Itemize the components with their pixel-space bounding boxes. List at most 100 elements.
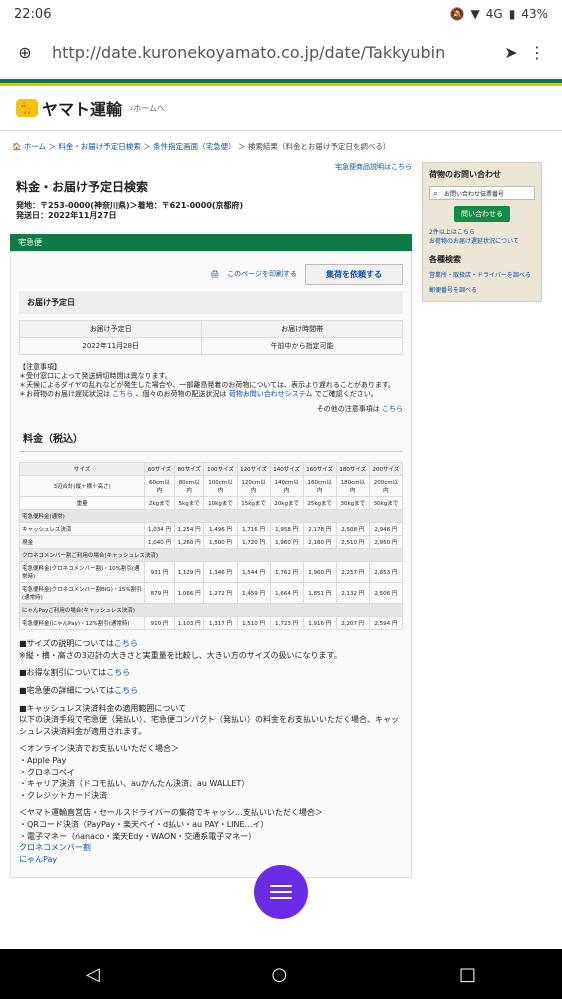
price-cell: 1,254 円 xyxy=(173,522,205,537)
price-cell: 1,496 円 xyxy=(203,522,238,537)
result-box: 🖨 このページを印刷する 集荷を依頼する お届け予定日 お届け予定日 お届け時間… xyxy=(10,250,412,879)
dim-cell: 100cm以内 xyxy=(203,475,238,498)
price-cell: 1,260 円 xyxy=(173,535,205,550)
back-icon[interactable]: ◁ xyxy=(86,964,100,985)
status-icons: 🔕 ▼ 4G ▮ 43% xyxy=(450,7,548,21)
delay-link[interactable]: こちら xyxy=(112,390,133,398)
product-info-link[interactable]: 宅急便商品説明はこちら xyxy=(10,162,412,172)
online-item: ・キャリア決済（ドコモ払い、auかんたん決済、au WALLET） xyxy=(19,779,250,789)
battery-icon: ▮ xyxy=(508,7,516,21)
delivery-time-head: お届け時間帯 xyxy=(201,319,403,338)
url-text[interactable]: http://date.kuronekoyamato.co.jp/date/Ta… xyxy=(52,43,498,62)
cashless-note-detail: 以下の決済手段で宅急便（発払い）、宅急便コンパクト（発払い）の料金をお支払いいた… xyxy=(19,715,399,736)
dim-cell: 140cm以内 xyxy=(269,475,304,498)
price-cell: 1,040 円 xyxy=(144,535,175,550)
size-cell: 180サイズ xyxy=(335,462,370,477)
status-bar: 22:06 🔕 ▼ 4G ▮ 43% xyxy=(0,0,562,28)
size-label: サイズ xyxy=(18,462,146,477)
home-icon[interactable]: 🏠 xyxy=(12,142,21,151)
breadcrumb-step2[interactable]: 条件指定画面（宅急便） xyxy=(153,142,236,151)
size-cell: 120サイズ xyxy=(236,462,271,477)
price-cell: 2,510 円 xyxy=(335,535,370,550)
other-notes: その他の注意事項は こちら xyxy=(19,405,403,414)
size-note: ■サイズの説明についてはこちら ※縦・横・高さの3辺計の大きさと実重量を比較し、… xyxy=(19,638,403,661)
inquiry-title: 荷物のお問い合わせ xyxy=(429,170,501,179)
price-cell: 1,960 円 xyxy=(302,561,337,584)
price-cell: 879 円 xyxy=(144,582,175,605)
details-note-link[interactable]: こちら xyxy=(114,686,138,695)
other-notes-link[interactable]: こちら xyxy=(382,405,403,413)
status-time: 22:06 xyxy=(14,6,52,22)
dim-label: 3辺合計(縦＋横＋高さ) xyxy=(18,475,146,498)
webpage: 🐈 ヤマト運輸 ›ホームへ 🏠 ホーム ＞ 料金・お届け予定日検索 ＞ 条件指定… xyxy=(0,79,562,949)
battery-level: 43% xyxy=(521,7,548,21)
delivery-table: お届け予定日 お届け時間帯 2022年11月28日 午前中から指定可能 xyxy=(18,319,403,355)
multi-inquiry-link[interactable]: 2件以上はこちら xyxy=(429,228,535,237)
member-big-label: 宅急便料金(クロネコメンバー割BIG)・15%割引(通常時) xyxy=(18,582,146,605)
notes-head: 【注意事項】 xyxy=(19,362,61,371)
size-note-text: ■サイズの説明については xyxy=(19,639,114,649)
home-link[interactable]: ›ホームへ xyxy=(130,103,165,114)
cashless-label: キャッシュレス決済 xyxy=(18,522,146,537)
service-bar: 宅急便 xyxy=(10,233,412,251)
content: 宅急便商品説明はこちら 料金・お届け予定日検索 発地：〒253-0000(神奈川… xyxy=(0,162,562,879)
recents-icon[interactable]: □ xyxy=(459,964,476,985)
price-cell: 1,958 円 xyxy=(269,522,304,537)
discount-note-link[interactable]: こちら xyxy=(106,668,130,677)
send-icon[interactable]: ➤ xyxy=(498,40,524,66)
price-cell: 1,066 円 xyxy=(173,582,205,605)
site-info-icon[interactable]: ⊕ xyxy=(12,40,38,66)
online-item: ・クロネコペイ xyxy=(19,767,75,777)
print-link[interactable]: このページを印刷する xyxy=(227,269,297,279)
size-note-detail: ※縦・横・高さの3辺計の大きさと実重量を比較し、大きい方のサイズの扱いになります… xyxy=(19,650,342,660)
breadcrumb-current: 検索結果（料金とお届け予定日を調べる） xyxy=(247,142,391,151)
member-label: 宅急便料金(クロネコメンバー割)・10%割引(通常時) xyxy=(18,561,146,584)
print-icon[interactable]: 🖨 xyxy=(210,270,219,278)
search-title: 各種検索 xyxy=(429,255,461,264)
price-cell: 1,510 円 xyxy=(236,616,271,631)
request-pickup-button[interactable]: 集荷を依頼する xyxy=(305,263,403,285)
tracking-link[interactable]: 荷物お問い合わせシステム xyxy=(229,390,313,398)
price-cell: 1,762 円 xyxy=(269,561,304,584)
price-cell: 1,916 円 xyxy=(302,616,337,631)
hamburger-icon xyxy=(270,885,292,899)
side-links: 2件以上はこちら お荷物のお届け遅延状況について xyxy=(429,228,535,246)
discount-note: ■お得な割引についてはこちら xyxy=(19,667,403,679)
online-item: ・クレジットカード決済 xyxy=(19,790,107,800)
home-circle-icon[interactable]: ○ xyxy=(272,964,288,985)
inquiry-button[interactable]: 問い合わせる xyxy=(454,206,510,222)
menu-fab-button[interactable] xyxy=(254,865,308,919)
inquiry-box: 荷物のお問い合わせ ⌕ お問い合わせ伝票番号 問い合わせる 2件以上はこちら お… xyxy=(422,162,542,302)
member-link[interactable]: クロネコメンバー割 xyxy=(19,843,91,852)
price-cell: 2,653 円 xyxy=(368,561,404,584)
logo-text: ヤマト運輸 xyxy=(42,100,123,119)
details-note: ■宅急便の詳細についてはこちら xyxy=(19,685,403,697)
search-links: 営業所・取扱店・ドライバーを調べる 郵便番号を調べる xyxy=(429,271,535,295)
size-cell: 100サイズ xyxy=(203,462,238,477)
breadcrumb-step1[interactable]: 料金・お届け予定日検索 xyxy=(58,142,141,151)
price-cell: 2,594 円 xyxy=(368,616,404,631)
store-item: ・電子マネー（nanaco・楽天Edy・WAON・交通系電子マネー） xyxy=(19,831,257,841)
note-3e: でご確認ください。 xyxy=(314,390,378,399)
tracking-number-input[interactable]: ⌕ お問い合わせ伝票番号 xyxy=(429,186,535,200)
delay-status-link[interactable]: お荷物のお届け遅延状況について xyxy=(429,237,535,246)
size-cell: 200サイズ xyxy=(368,462,404,477)
online-item: ・Apple Pay xyxy=(19,756,67,765)
size-note-link[interactable]: こちら xyxy=(114,639,138,648)
price-cell: 1,272 円 xyxy=(203,582,238,605)
yamato-logo[interactable]: 🐈 ヤマト運輸 xyxy=(16,96,122,120)
menu-dots-icon[interactable]: ⋮ xyxy=(524,40,550,66)
office-search-link[interactable]: 営業所・取扱店・ドライバーを調べる xyxy=(429,271,535,280)
price-cell: 1,851 円 xyxy=(302,582,337,605)
price-cell: 2,948 円 xyxy=(368,522,404,537)
note-3: ＊お荷物のお届け遅延状況は こちら 、個々のお荷物の配送状況は 荷物お問い合わせ… xyxy=(19,390,403,399)
breadcrumb-sep: ＞ xyxy=(48,142,56,151)
store-item: ・QRコード決済（PayPay・楽天ペイ・d払い・au PAY・LINE…イ） xyxy=(19,819,269,829)
weight-cell: 5kgまで xyxy=(173,496,205,511)
fee-title: 料金（税込） xyxy=(19,420,403,453)
breadcrumb-home[interactable]: ホーム xyxy=(24,142,46,151)
nyan-link[interactable]: にゃんPay xyxy=(19,855,57,864)
browser-url-bar[interactable]: ⊕ http://date.kuronekoyamato.co.jp/date/… xyxy=(0,28,562,78)
zip-search-link[interactable]: 郵便番号を調べる xyxy=(429,286,535,295)
dim-cell: 60cm以内 xyxy=(144,475,175,498)
